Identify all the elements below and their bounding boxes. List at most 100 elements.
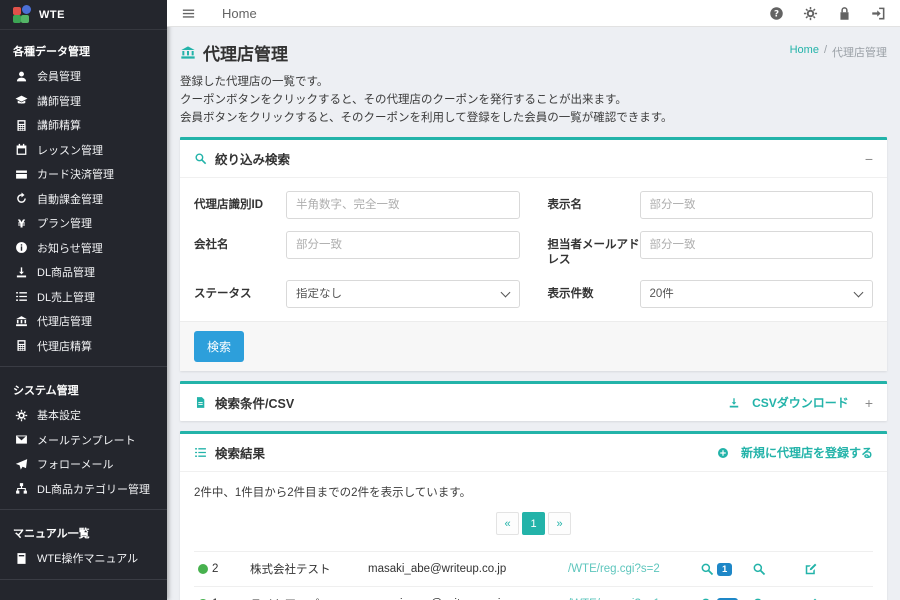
sidebar-item-label: カード決済管理 <box>37 166 114 182</box>
sidebar-item-label: 会員管理 <box>37 68 81 84</box>
topbar-title[interactable]: Home <box>222 6 257 21</box>
results-summary: 2件中、1件目から2件目までの2件を表示しています。 <box>194 484 873 500</box>
sidebar-item-label: プラン管理 <box>37 215 92 231</box>
agency-company-name: 株式会社テスト <box>250 561 368 577</box>
sidebar-item-news[interactable]: お知らせ管理 <box>0 236 167 261</box>
agency-id-input[interactable] <box>286 191 520 219</box>
search-icon <box>700 562 714 576</box>
results-table: 2株式会社テストmasaki_abe@writeup.co.jp/WTE/reg… <box>194 551 873 600</box>
info-circle-icon <box>15 241 28 254</box>
calculator-icon <box>15 339 28 352</box>
sidebar-item-plans[interactable]: プラン管理 <box>0 211 167 236</box>
agency-company-name: ライトアップ <box>250 596 368 600</box>
book-icon <box>15 552 28 565</box>
credit-card-icon <box>15 168 28 181</box>
sidebar-item-agencies[interactable]: 代理店管理 <box>0 309 167 334</box>
sidebar-item-card-payments[interactable]: カード決済管理 <box>0 162 167 187</box>
page-title: 代理店管理 <box>180 40 288 65</box>
table-row: 2株式会社テストmasaki_abe@writeup.co.jp/WTE/reg… <box>194 551 873 586</box>
grad-cap-icon <box>15 94 28 107</box>
edit-agency-button[interactable] <box>804 562 869 576</box>
search-panel: 絞り込み検索 − 代理店識別ID 表示名 会社名 <box>180 137 887 371</box>
help-icon[interactable] <box>769 6 784 21</box>
manager-email-label: 担当者メールアドレス <box>548 231 640 268</box>
pagination-prev-button[interactable]: « <box>496 512 519 535</box>
download-icon <box>728 397 740 409</box>
mail-icon <box>15 433 28 446</box>
settings-icon[interactable] <box>803 6 818 21</box>
bank-icon <box>180 45 196 61</box>
agency-id-label: 代理店識別ID <box>194 191 286 213</box>
breadcrumb-current: 代理店管理 <box>832 44 887 60</box>
sidebar-item-agency-settlement[interactable]: 代理店精算 <box>0 334 167 359</box>
sidebar-item-mail-templates[interactable]: メールテンプレート <box>0 428 167 453</box>
coupon-search-button[interactable] <box>752 562 804 576</box>
list-icon <box>15 290 28 303</box>
sidebar-divider <box>0 579 167 580</box>
search-icon <box>752 562 766 576</box>
page-description: 登録した代理店の一覧です。 クーポンボタンをクリックすると、その代理店のクーポン… <box>180 74 887 127</box>
page-content: 代理店管理 Home / 代理店管理 登録した代理店の一覧です。 クーポンボタン… <box>167 27 900 600</box>
sidebar-item-members[interactable]: 会員管理 <box>0 64 167 89</box>
lock-icon[interactable] <box>837 6 852 21</box>
agency-email: masaki_abe@writeup.co.jp <box>368 563 568 575</box>
yen-icon <box>15 217 28 230</box>
pencil-square-icon <box>804 562 818 576</box>
manager-email-input[interactable] <box>640 231 874 259</box>
search-button[interactable]: 検索 <box>194 331 244 362</box>
calendar-icon <box>15 143 28 156</box>
table-row: 1ライトアップs_moriyama@writeup.co.jp/WTE/reg.… <box>194 586 873 600</box>
sidebar-item-teachers[interactable]: 講師管理 <box>0 89 167 114</box>
sidebar-item-lessons[interactable]: レッスン管理 <box>0 138 167 163</box>
results-panel-title: 検索結果 <box>215 443 265 462</box>
sidebar-item-label: DL商品管理 <box>37 264 95 280</box>
sidebar-item-follow-mail[interactable]: フォローメール <box>0 452 167 477</box>
sidebar-item-label: 代理店管理 <box>37 313 92 329</box>
wte-logo-icon <box>13 6 30 23</box>
register-agency-link[interactable]: 新規に代理店を登録する <box>717 444 873 461</box>
download-icon <box>15 266 28 279</box>
sidebar-item-auto-billing[interactable]: 自動課金管理 <box>0 187 167 212</box>
logout-icon[interactable] <box>871 6 886 21</box>
sidebar-item-dl-products[interactable]: DL商品管理 <box>0 260 167 285</box>
search-icon <box>194 152 207 165</box>
sidebar: WTE 各種データ管理会員管理講師管理講師精算レッスン管理カード決済管理自動課金… <box>0 0 167 600</box>
status-label: ステータス <box>194 280 286 302</box>
csv-download-link[interactable]: CSVダウンロード <box>728 394 849 411</box>
agency-status-id: 2 <box>198 563 250 575</box>
sidebar-item-dl-sales[interactable]: DL売上管理 <box>0 285 167 310</box>
sidebar-item-dl-product-categories[interactable]: DL商品カテゴリー管理 <box>0 477 167 502</box>
sidebar-item-wte-manual[interactable]: WTE操作マニュアル <box>0 546 167 571</box>
csv-panel-title: 検索条件/CSV <box>215 393 294 412</box>
menu-icon[interactable] <box>181 6 196 21</box>
sidebar-item-label: フォローメール <box>37 456 114 472</box>
sidebar-item-basic-settings[interactable]: 基本設定 <box>0 403 167 428</box>
sidebar-item-label: 講師管理 <box>37 93 81 109</box>
sidebar-item-teacher-settlement[interactable]: 講師精算 <box>0 113 167 138</box>
breadcrumb-home-link[interactable]: Home <box>790 44 819 60</box>
refresh-icon <box>15 192 28 205</box>
sidebar-nav: 各種データ管理会員管理講師管理講師精算レッスン管理カード決済管理自動課金管理プラ… <box>0 30 167 580</box>
results-panel: 検索結果 新規に代理店を登録する 2件中、1件目から2件目までの2件を表示してい… <box>180 431 887 600</box>
sidebar-item-label: 基本設定 <box>37 407 81 423</box>
search-panel-title: 絞り込み検索 <box>215 149 290 168</box>
members-search-button[interactable]: 1 <box>700 562 752 576</box>
pagination-next-button[interactable]: » <box>548 512 571 535</box>
status-active-dot <box>198 564 208 574</box>
plus-circle-icon <box>717 447 729 459</box>
sitemap-icon <box>15 482 28 495</box>
sidebar-item-label: 講師精算 <box>37 117 81 133</box>
topbar: Home <box>167 0 900 27</box>
per-page-select[interactable]: 20件 <box>640 280 874 308</box>
expand-panel-button[interactable]: + <box>865 396 873 410</box>
company-name-input[interactable] <box>286 231 520 259</box>
pagination-page-1[interactable]: 1 <box>522 512 545 535</box>
app-logo[interactable]: WTE <box>0 0 167 30</box>
agency-registration-url-link[interactable]: /WTE/reg.cgi?s=2 <box>568 563 700 575</box>
breadcrumb: Home / 代理店管理 <box>790 44 887 60</box>
file-icon <box>194 396 207 409</box>
status-select[interactable]: 指定なし <box>286 280 520 308</box>
csv-panel: 検索条件/CSV CSVダウンロード + <box>180 381 887 421</box>
display-name-input[interactable] <box>640 191 874 219</box>
collapse-panel-button[interactable]: − <box>865 152 873 166</box>
